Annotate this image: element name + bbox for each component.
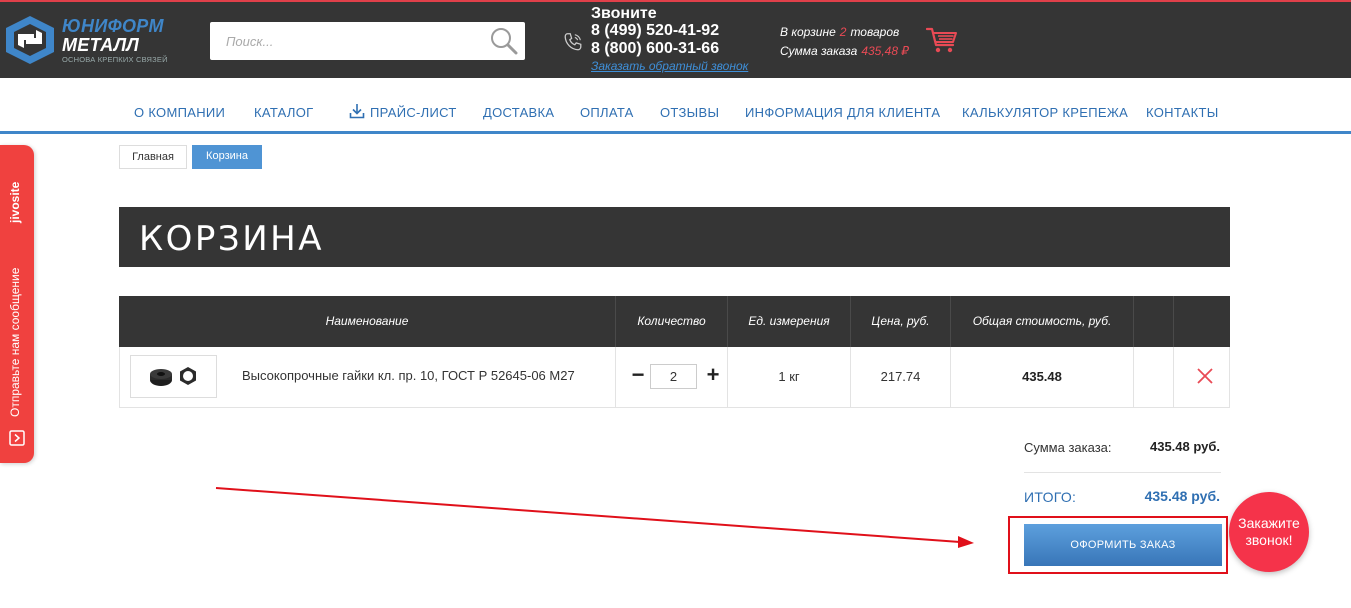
nav-item-about[interactable]: О КОМПАНИИ xyxy=(134,97,225,129)
logo-line2: МЕТАЛЛ xyxy=(62,35,140,55)
col-header-total: Общая стоимость, руб. xyxy=(951,296,1134,347)
checkout-button[interactable]: ОФОРМИТЬ ЗАКАЗ xyxy=(1024,524,1222,566)
cart-count: 2 xyxy=(839,25,847,39)
phone-icon xyxy=(564,33,582,51)
table-row: Высокопрочные гайки кл. пр. 10, ГОСТ Р 5… xyxy=(119,347,1230,408)
order-total-value: 435.48 руб. xyxy=(1144,488,1220,504)
col-header-quantity: Количество xyxy=(616,296,728,347)
cart-table-header: Наименование Количество Ед. измерения Це… xyxy=(119,296,1230,347)
col-header-delete xyxy=(1174,296,1230,347)
call-label: Звоните xyxy=(591,5,657,22)
jivosite-chat-tab[interactable]: jivosite Отправьте нам сообщение xyxy=(0,145,34,463)
search-box xyxy=(210,22,525,60)
nav-item-reviews[interactable]: ОТЗЫВЫ xyxy=(660,97,719,129)
logo-icon xyxy=(6,16,54,64)
header-cart-info[interactable]: В корзине 2 товаров Сумма заказа 435,48 ₽ xyxy=(780,23,913,61)
col-header-unit: Ед. измерения xyxy=(728,296,851,347)
jivosite-brand: jivosite xyxy=(8,181,22,223)
nav-item-payment[interactable]: ОПЛАТА xyxy=(580,97,634,129)
cell-total: 435.48 xyxy=(951,347,1134,407)
col-header-price: Цена, руб. xyxy=(851,296,951,347)
download-icon xyxy=(349,104,365,119)
summary-divider xyxy=(1024,472,1221,473)
hex-nut-image xyxy=(150,367,196,386)
cart-icon[interactable] xyxy=(926,26,958,54)
search-input[interactable] xyxy=(210,22,480,60)
nav-item-pricelist[interactable]: ПРАЙС-ЛИСТ xyxy=(349,97,457,129)
cell-unit: 1 кг xyxy=(728,347,851,407)
cart-sum-value: 435,48 ₽ xyxy=(861,44,909,58)
contacts: Звоните 8 (499) 520-41-92 8 (800) 600-31… xyxy=(591,5,748,75)
cell-price: 217.74 xyxy=(851,347,951,407)
col-header-name: Наименование xyxy=(119,296,616,347)
callback-bubble-line2: звонок! xyxy=(1245,532,1293,548)
cell-quantity: − + xyxy=(616,347,728,407)
breadcrumb-current: Корзина xyxy=(192,145,262,169)
nav-item-catalog[interactable]: КАТАЛОГ xyxy=(254,97,313,129)
logo-line1: ЮНИФОРМ xyxy=(62,16,164,36)
cart-count-label: В корзине xyxy=(780,25,836,39)
site-header: ЮНИФОРМ МЕТАЛЛ ОСНОВА КРЕПКИХ СВЯЗЕЙ Зво… xyxy=(0,0,1351,78)
cell-empty xyxy=(1134,347,1174,407)
product-name[interactable]: Высокопрочные гайки кл. пр. 10, ГОСТ Р 5… xyxy=(242,368,575,383)
order-sum-label: Сумма заказа: xyxy=(1024,440,1112,455)
nav-item-pricelist-label: ПРАЙС-ЛИСТ xyxy=(370,105,457,120)
quantity-input[interactable] xyxy=(650,364,697,389)
nav-item-client-info[interactable]: ИНФОРМАЦИЯ ДЛЯ КЛИЕНТА xyxy=(745,97,940,129)
nav-divider xyxy=(0,131,1351,134)
search-button[interactable] xyxy=(489,26,519,56)
product-thumbnail[interactable] xyxy=(130,355,217,398)
cart-sum-label: Сумма заказа xyxy=(780,44,858,58)
remove-item-icon[interactable] xyxy=(1194,365,1216,387)
order-sum-value: 435.48 руб. xyxy=(1149,439,1220,454)
callback-link[interactable]: Заказать обратный звонок xyxy=(591,58,748,75)
breadcrumb-home[interactable]: Главная xyxy=(119,145,187,169)
page-title-bar: КОРЗИНА xyxy=(119,207,1230,267)
phone-number-1[interactable]: 8 (499) 520-41-92 xyxy=(591,22,748,40)
quantity-decrease-button[interactable]: − xyxy=(628,363,648,389)
logo-tagline: ОСНОВА КРЕПКИХ СВЯЗЕЙ xyxy=(62,55,168,64)
quantity-increase-button[interactable]: + xyxy=(703,363,723,389)
main-nav: О КОМПАНИИ КАТАЛОГ ПРАЙС-ЛИСТ ДОСТАВКА О… xyxy=(0,97,1351,131)
chat-expand-icon xyxy=(9,430,25,446)
callback-bubble-line1: Закажите xyxy=(1238,515,1300,531)
cart-items-word: товаров xyxy=(850,25,900,39)
jivosite-message: Отправьте нам сообщение xyxy=(8,267,22,418)
page-title: КОРЗИНА xyxy=(139,219,324,259)
col-header-empty xyxy=(1134,296,1174,347)
order-total-label: ИТОГО: xyxy=(1024,489,1077,505)
callback-bubble-button[interactable]: Закажите звонок! xyxy=(1229,492,1309,572)
logo[interactable]: ЮНИФОРМ МЕТАЛЛ ОСНОВА КРЕПКИХ СВЯЗЕЙ xyxy=(4,14,174,66)
nav-item-contacts[interactable]: КОНТАКТЫ xyxy=(1146,97,1219,129)
nav-item-delivery[interactable]: ДОСТАВКА xyxy=(483,97,554,129)
nav-item-fastener-calculator[interactable]: КАЛЬКУЛЯТОР КРЕПЕЖА xyxy=(962,97,1128,129)
phone-number-2[interactable]: 8 (800) 600-31-66 xyxy=(591,40,748,58)
cell-product: Высокопрочные гайки кл. пр. 10, ГОСТ Р 5… xyxy=(120,347,616,407)
search-icon xyxy=(491,28,518,55)
